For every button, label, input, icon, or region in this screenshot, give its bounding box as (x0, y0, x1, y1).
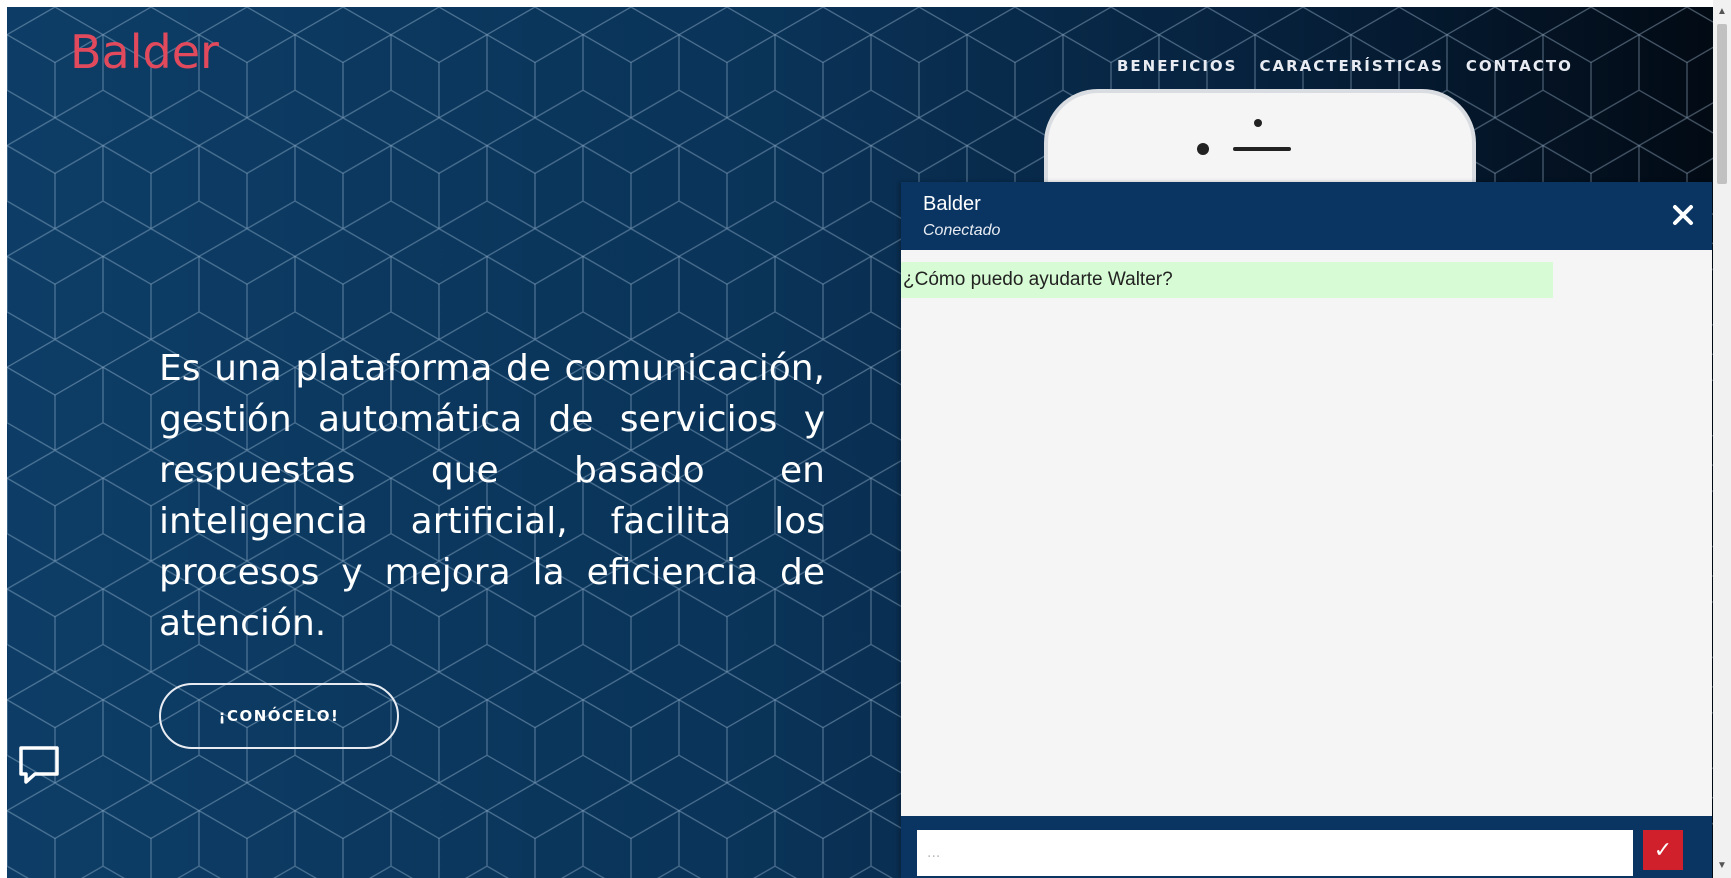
phone-camera (1254, 119, 1262, 127)
chat-header: Balder Conectado (901, 182, 1712, 250)
page: Balder BENEFICIOS CARACTERÍSTICAS CONTAC… (0, 0, 1731, 878)
chat-messages: ¿Cómo puedo ayudarte Walter? (901, 250, 1712, 798)
chat-bubble-icon[interactable] (15, 742, 63, 790)
chat-message-input[interactable] (917, 830, 1633, 876)
main-nav: BENEFICIOS CARACTERÍSTICAS CONTACTO (1117, 57, 1573, 75)
phone-speaker (1233, 147, 1291, 151)
chevron-down-icon[interactable]: ▼ (1713, 858, 1731, 874)
bot-message: ¿Cómo puedo ayudarte Walter? (901, 262, 1553, 298)
chat-status: Conectado (923, 222, 1001, 239)
close-icon[interactable] (1672, 204, 1694, 226)
check-icon: ✓ (1653, 837, 1673, 862)
hero-description: Es una plataforma de comunicación, gesti… (159, 348, 825, 644)
nav-link-contacto[interactable]: CONTACTO (1466, 57, 1573, 75)
chat-title: Balder (923, 193, 981, 215)
nav-link-beneficios[interactable]: BENEFICIOS (1117, 57, 1237, 75)
chat-footer: ✓ (901, 816, 1712, 878)
chat-window: Balder Conectado ¿Cómo puedo ayudarte Wa… (901, 182, 1712, 878)
chevron-up-icon[interactable]: ▲ (1713, 4, 1731, 20)
conocelo-button[interactable]: ¡CONÓCELO! (159, 683, 399, 749)
page-scrollbar[interactable]: ▲ ▼ (1713, 0, 1731, 878)
send-button[interactable]: ✓ (1643, 830, 1683, 870)
scrollbar-thumb[interactable] (1717, 24, 1727, 184)
phone-sensor (1197, 143, 1209, 155)
brand-logo[interactable]: Balder (70, 25, 219, 79)
nav-link-caracteristicas[interactable]: CARACTERÍSTICAS (1259, 57, 1443, 75)
